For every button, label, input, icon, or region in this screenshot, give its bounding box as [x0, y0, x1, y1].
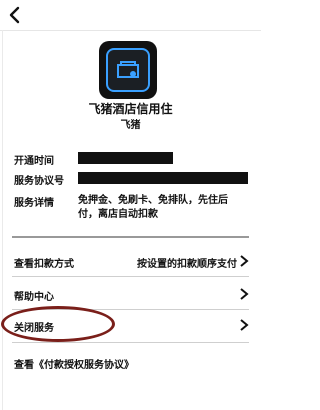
chevron-right-icon	[239, 287, 249, 301]
menu-divider	[12, 342, 249, 343]
menu-item-payment-method[interactable]: 查看扣款方式 按设置的扣款顺序支付	[0, 248, 261, 274]
top-bar	[0, 0, 261, 31]
menu-item-help-center[interactable]: 帮助中心	[0, 281, 261, 307]
chevron-right-icon	[239, 318, 249, 332]
app-icon-inner	[106, 48, 150, 92]
detail-value: 免押金、免刷卡、免排队，先住后付，离店自动扣款	[78, 195, 228, 220]
detail-label: 开通时间	[14, 156, 54, 167]
detail-value-redacted	[78, 152, 247, 164]
left-edge-line	[2, 30, 3, 410]
menu-label: 帮助中心	[14, 292, 54, 303]
chevron-right-icon	[239, 254, 249, 268]
detail-row-agreement-no: 服务协议号	[14, 172, 248, 187]
detail-label: 服务协议号	[14, 176, 64, 187]
redaction-bar	[78, 152, 173, 164]
menu-value: 按设置的扣款顺序支付	[137, 259, 237, 270]
menu-label: 查看扣款方式	[14, 259, 74, 270]
detail-value-redacted	[78, 172, 248, 184]
agreement-link[interactable]: 查看《付款授权服务协议》	[14, 356, 134, 371]
service-provider: 飞猪	[120, 120, 141, 131]
service-title: 飞猪酒店信用住	[88, 102, 173, 116]
hotel-service-icon	[99, 41, 157, 99]
section-divider	[12, 236, 249, 238]
detail-row-open-time: 开通时间	[14, 152, 247, 167]
menu-divider	[12, 276, 249, 277]
detail-label: 服务详情	[14, 198, 54, 209]
back-icon[interactable]	[6, 5, 26, 25]
detail-row-service-details: 服务详情 免押金、免刷卡、免排队，先住后付，离店自动扣款	[14, 194, 247, 228]
annotation-oval	[1, 306, 115, 342]
redaction-bar	[78, 172, 248, 184]
